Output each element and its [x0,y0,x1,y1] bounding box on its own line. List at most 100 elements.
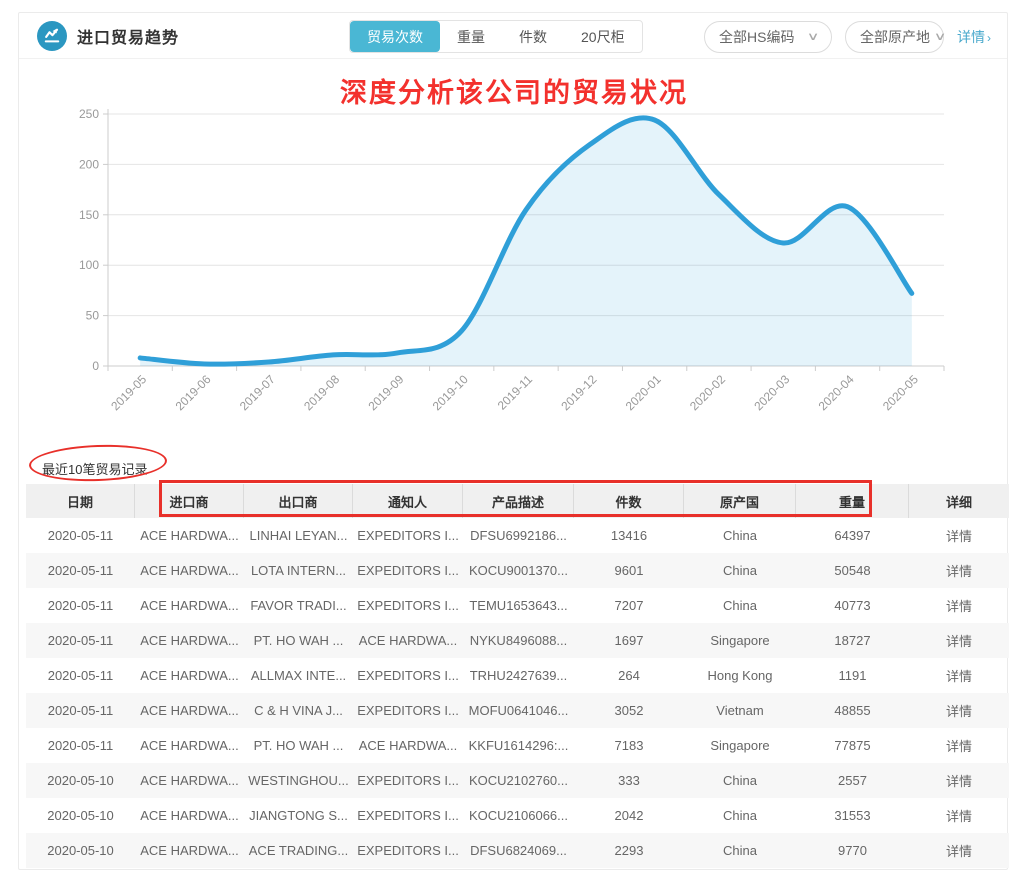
svg-text:2019-07: 2019-07 [237,372,278,413]
cell-notify-party: EXPEDITORS I... [353,528,463,543]
cell-notify-party: EXPEDITORS I... [353,563,463,578]
cell-date: 2020-05-11 [26,668,135,683]
svg-text:2020-05: 2020-05 [880,372,921,413]
cell-notify-party: EXPEDITORS I... [353,773,463,788]
table-row: 2020-05-11ACE HARDWA...ALLMAX INTE...EXP… [26,658,1009,693]
cell-product-desc: DFSU6992186... [463,528,574,543]
title-wrap: 进口贸易趋势 [37,21,179,51]
table-body: 2020-05-11ACE HARDWA...LINHAI LEYAN...EX… [26,518,1009,868]
cell-quantity: 264 [574,668,684,683]
cell-exporter: WESTINGHOU... [244,773,353,788]
table-row: 2020-05-11ACE HARDWA...FAVOR TRADI...EXP… [26,588,1009,623]
chevron-down-icon: ∨ [934,30,947,43]
cell-notify-party: ACE HARDWA... [353,633,463,648]
cell-weight: 2557 [796,773,909,788]
cell-notify-party: EXPEDITORS I... [353,598,463,613]
cell-quantity: 7207 [574,598,684,613]
cell-quantity: 1697 [574,633,684,648]
cell-origin-country: China [684,773,796,788]
row-detail-link[interactable]: 详情 [909,631,1009,650]
table-caption: 最近10笔贸易记录 [42,459,147,478]
row-detail-link[interactable]: 详情 [909,736,1009,755]
row-detail-link[interactable]: 详情 [909,841,1009,860]
origin-select[interactable]: 全部原产地 ∨ [845,21,944,53]
cell-notify-party: EXPEDITORS I... [353,668,463,683]
table-row: 2020-05-10ACE HARDWA...WESTINGHOU...EXPE… [26,763,1009,798]
row-detail-link[interactable]: 详情 [909,561,1009,580]
cell-date: 2020-05-11 [26,563,135,578]
col-header-quantity: 件数 [574,484,684,518]
row-detail-link[interactable]: 详情 [909,596,1009,615]
cell-quantity: 9601 [574,563,684,578]
cell-date: 2020-05-10 [26,843,135,858]
table-row: 2020-05-10ACE HARDWA...ACE TRADING...EXP… [26,833,1009,868]
row-detail-link[interactable]: 详情 [909,526,1009,545]
table-row: 2020-05-11ACE HARDWA...C & H VINA J...EX… [26,693,1009,728]
cell-origin-country: Hong Kong [684,668,796,683]
cell-date: 2020-05-10 [26,773,135,788]
table-row: 2020-05-11ACE HARDWA...PT. HO WAH ...ACE… [26,623,1009,658]
cell-importer: ACE HARDWA... [135,843,244,858]
svg-text:100: 100 [79,258,99,272]
tab-quantity[interactable]: 件数 [502,21,564,52]
row-detail-link[interactable]: 详情 [909,771,1009,790]
cell-origin-country: China [684,563,796,578]
cell-notify-party: ACE HARDWA... [353,738,463,753]
hs-code-select[interactable]: 全部HS编码 ∨ [704,21,832,53]
svg-text:0: 0 [92,359,99,373]
cell-weight: 48855 [796,703,909,718]
tab-20ft-container[interactable]: 20尺柜 [564,21,642,52]
svg-text:2019-06: 2019-06 [173,372,214,413]
header-detail-link[interactable]: 详情› [957,27,991,47]
svg-text:250: 250 [79,107,99,121]
svg-text:150: 150 [79,208,99,222]
trade-records-table: 日期 进口商 出口商 通知人 产品描述 件数 原产国 重量 详细 2020-05… [26,484,1009,868]
cell-origin-country: China [684,528,796,543]
cell-exporter: JIANGTONG S... [244,808,353,823]
cell-product-desc: TEMU1653643... [463,598,574,613]
tab-weight[interactable]: 重量 [440,21,502,52]
cell-origin-country: China [684,808,796,823]
tab-trade-count[interactable]: 贸易次数 [350,21,440,52]
svg-text:2019-05: 2019-05 [108,372,149,413]
cell-date: 2020-05-10 [26,808,135,823]
svg-text:2019-09: 2019-09 [365,372,406,413]
cell-weight: 1191 [796,668,909,683]
table-row: 2020-05-11ACE HARDWA...LOTA INTERN...EXP… [26,553,1009,588]
page-title: 进口贸易趋势 [77,24,179,48]
card-header: 进口贸易趋势 贸易次数 重量 件数 20尺柜 全部HS编码 ∨ 全部原产地 ∨ … [19,13,1007,59]
cell-date: 2020-05-11 [26,633,135,648]
cell-importer: ACE HARDWA... [135,528,244,543]
trend-icon [37,21,67,51]
cell-exporter: PT. HO WAH ... [244,738,353,753]
cell-exporter: FAVOR TRADI... [244,598,353,613]
cell-origin-country: China [684,843,796,858]
cell-importer: ACE HARDWA... [135,773,244,788]
cell-quantity: 7183 [574,738,684,753]
svg-text:2019-12: 2019-12 [558,372,599,413]
metric-tab-group: 贸易次数 重量 件数 20尺柜 [349,20,643,53]
cell-weight: 18727 [796,633,909,648]
svg-text:2019-11: 2019-11 [495,372,536,413]
svg-text:2020-04: 2020-04 [816,372,857,413]
row-detail-link[interactable]: 详情 [909,806,1009,825]
cell-quantity: 3052 [574,703,684,718]
hs-code-select-value: 全部HS编码 [719,27,794,47]
cell-importer: ACE HARDWA... [135,668,244,683]
cell-product-desc: KOCU2106066... [463,808,574,823]
cell-weight: 77875 [796,738,909,753]
row-detail-link[interactable]: 详情 [909,701,1009,720]
header-filters: 全部HS编码 ∨ 全部原产地 ∨ 详情› [704,20,991,53]
cell-date: 2020-05-11 [26,528,135,543]
col-header-notify-party: 通知人 [353,484,463,518]
cell-exporter: LOTA INTERN... [244,563,353,578]
trend-chart: 0501001502002502019-052019-062019-072019… [19,61,1009,433]
svg-text:50: 50 [86,309,100,323]
cell-weight: 64397 [796,528,909,543]
cell-importer: ACE HARDWA... [135,633,244,648]
row-detail-link[interactable]: 详情 [909,666,1009,685]
col-header-date: 日期 [26,484,135,518]
cell-product-desc: KOCU2102760... [463,773,574,788]
col-header-product-desc: 产品描述 [463,484,574,518]
cell-origin-country: Vietnam [684,703,796,718]
